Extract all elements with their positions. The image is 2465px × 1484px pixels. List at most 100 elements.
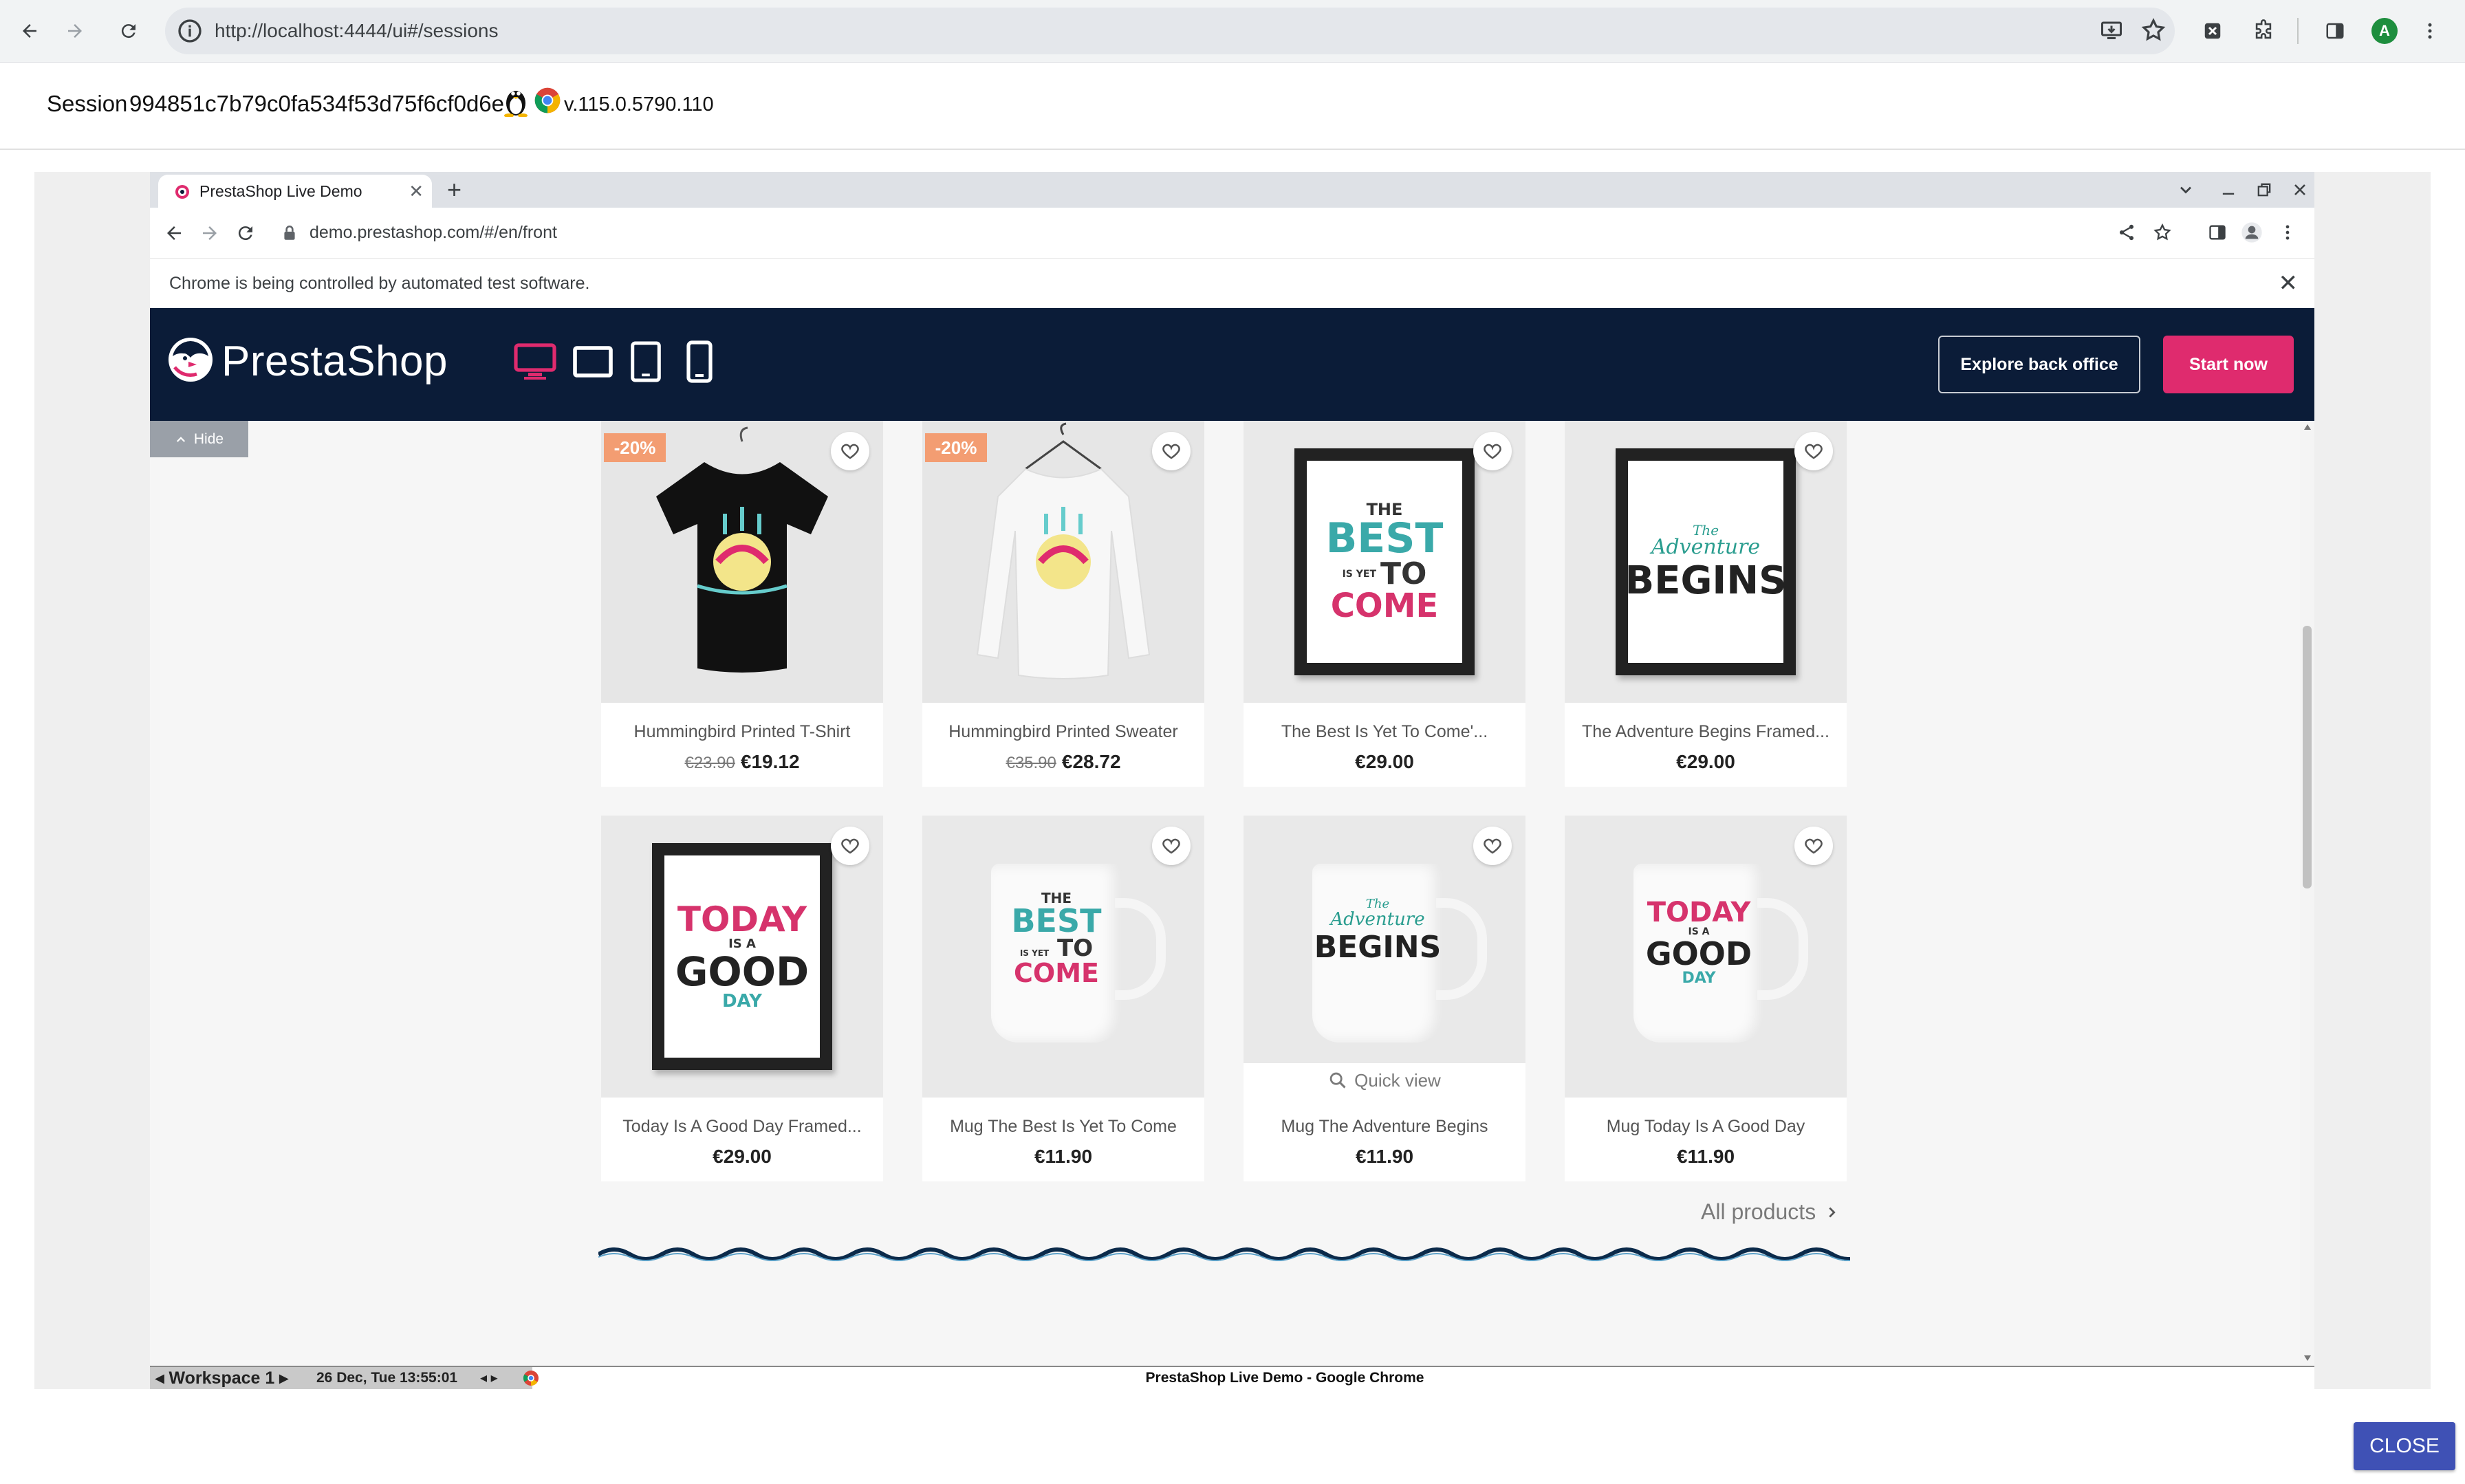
remote-tab[interactable]: PrestaShop Live Demo ✕ (158, 175, 432, 208)
remote-tab-strip: PrestaShop Live Demo ✕ + (150, 172, 2314, 208)
window-close-icon[interactable] (2290, 180, 2310, 199)
remote-profile-icon[interactable] (2241, 221, 2263, 243)
tab-close-icon[interactable]: ✕ (409, 175, 424, 208)
restore-icon[interactable] (2255, 180, 2274, 199)
lock-icon[interactable] (282, 224, 297, 242)
discount-badge: -20% (925, 433, 987, 462)
mobile-view-icon[interactable] (684, 340, 715, 384)
wishlist-heart-icon[interactable] (1473, 827, 1512, 865)
wishlist-heart-icon[interactable] (831, 827, 869, 865)
product-name[interactable]: Today Is A Good Day Framed... (601, 1117, 883, 1137)
taskbar-arrows[interactable]: ◂ ▸ (480, 1367, 498, 1389)
remote-desktop[interactable]: PrestaShop Live Demo ✕ + demo.prestashop… (150, 172, 2314, 1389)
product-name[interactable]: The Best Is Yet To Come'... (1244, 722, 1525, 742)
wishlist-heart-icon[interactable] (1794, 827, 1833, 865)
mug-adventure-text: The Adventure BEGINS (1314, 897, 1442, 965)
back-icon[interactable] (14, 15, 45, 47)
quick-view-button[interactable]: Quick view (1244, 1063, 1525, 1098)
poster-today-text: TODAY IS A GOOD DAY (664, 855, 820, 1058)
remote-menu-icon[interactable] (2278, 223, 2297, 242)
browser-version: v.115.0.5790.110 (564, 94, 714, 116)
product-card[interactable]: The Adventure BEGINS The Adventure Begin… (1565, 421, 1847, 787)
scroll-up-arrow-icon[interactable] (2303, 424, 2312, 430)
regular-price: €35.90 (1006, 754, 1056, 772)
product-price: €11.90 (1676, 1146, 1735, 1167)
address-bar[interactable]: http://localhost:4444/ui#/sessions (165, 8, 2175, 54)
mug-body: TODAY IS A GOOD DAY (1633, 864, 1764, 1043)
desktop-taskbar: ◂ Workspace 1 ▸ 26 Dec, Tue 13:55:01 ◂ ▸… (150, 1366, 2314, 1389)
remote-side-panel-icon[interactable] (2208, 223, 2227, 242)
forward-icon[interactable] (59, 15, 91, 47)
minimize-icon[interactable] (2219, 180, 2238, 199)
hide-toggle[interactable]: Hide (150, 421, 248, 457)
infobar-close-icon[interactable]: ✕ (2279, 259, 2299, 308)
explore-back-office-button[interactable]: Explore back office (1938, 336, 2140, 393)
remote-tab-title: PrestaShop Live Demo (199, 182, 362, 200)
product-price-row: €35.90 €28.72 (922, 751, 1204, 773)
infobar-text: Chrome is being controlled by automated … (169, 274, 590, 293)
mug-body: THE BEST IS YET TO COME (991, 864, 1122, 1043)
remote-url-text[interactable]: demo.prestashop.com/#/en/front (310, 208, 557, 258)
product-price: €28.72 (1061, 751, 1121, 772)
taskbar-window-title[interactable]: PrestaShop Live Demo - Google Chrome (1113, 1367, 1457, 1389)
prestashop-logo-icon[interactable] (168, 337, 213, 382)
all-products-link[interactable]: All products (1701, 1199, 1839, 1225)
remote-bookmark-icon[interactable] (2153, 223, 2172, 242)
product-price: €29.00 (713, 1146, 772, 1167)
product-name[interactable]: Hummingbird Printed Sweater (922, 722, 1204, 742)
product-name[interactable]: Mug The Adventure Begins (1244, 1117, 1525, 1137)
reload-icon[interactable] (113, 15, 144, 47)
start-now-button[interactable]: Start now (2163, 336, 2294, 393)
laptop-view-icon[interactable] (571, 340, 615, 384)
workspace-switcher[interactable]: ◂ Workspace 1 ▸ (155, 1367, 288, 1389)
wishlist-heart-icon[interactable] (831, 432, 869, 470)
close-button[interactable]: CLOSE (2354, 1422, 2455, 1470)
remote-reload-icon[interactable] (235, 223, 256, 243)
automation-infobar: Chrome is being controlled by automated … (150, 259, 2314, 309)
new-tab-icon[interactable]: + (447, 175, 461, 205)
product-name[interactable]: The Adventure Begins Framed... (1565, 722, 1847, 742)
product-name[interactable]: Mug Today Is A Good Day (1565, 1117, 1847, 1137)
share-icon[interactable] (2117, 223, 2136, 242)
product-card[interactable]: TODAY IS A GOOD DAY Mug Today Is A Good … (1565, 816, 1847, 1181)
remote-back-icon[interactable] (164, 223, 184, 243)
wave-divider (598, 1246, 1850, 1263)
taskbar-chrome-icon[interactable] (523, 1370, 539, 1386)
page-scrollbar[interactable] (2300, 421, 2314, 1366)
product-card[interactable]: -20% Hummingbird Printed Sweater €35.90 €… (922, 421, 1204, 787)
scroll-down-arrow-icon[interactable] (2303, 1355, 2312, 1362)
session-label: Session (47, 91, 128, 116)
site-info-icon[interactable] (176, 17, 204, 45)
product-price-row: €23.90 €19.12 (601, 751, 883, 773)
product-card[interactable]: The Adventure BEGINS Quick view Mug The … (1244, 816, 1525, 1181)
url-text: http://localhost:4444/ui#/sessions (215, 20, 499, 41)
product-name[interactable]: Hummingbird Printed T-Shirt (601, 722, 883, 742)
product-name[interactable]: Mug The Best Is Yet To Come (922, 1117, 1204, 1137)
install-app-icon[interactable] (2099, 19, 2124, 43)
profile-avatar[interactable]: A (2369, 15, 2400, 47)
product-card[interactable]: -20% Hummingbird Printed T-Shirt €23.90 €… (601, 421, 883, 787)
product-card[interactable]: THE BEST IS YET TO COME Mug The Best Is … (922, 816, 1204, 1181)
mug-body: The Adventure BEGINS (1312, 864, 1443, 1043)
scrollbar-thumb[interactable] (2303, 626, 2312, 888)
remote-forward-icon[interactable] (199, 223, 220, 243)
menu-kebab-icon[interactable] (2414, 15, 2446, 47)
product-card[interactable]: TODAY IS A GOOD DAY Today Is A Good Day … (601, 816, 883, 1181)
extension-x-icon[interactable] (2197, 15, 2228, 47)
product-card[interactable]: THE BEST IS YET TO COME The Best Is Yet T… (1244, 421, 1525, 787)
profile-initial: A (2371, 18, 2398, 44)
wishlist-heart-icon[interactable] (1794, 432, 1833, 470)
extensions-puzzle-icon[interactable] (2248, 15, 2279, 47)
tablet-view-icon[interactable] (627, 340, 664, 384)
poster-frame: TODAY IS A GOOD DAY (652, 843, 832, 1070)
tab-search-chevron-icon[interactable] (2176, 180, 2195, 199)
browser-toolbar: http://localhost:4444/ui#/sessions A (0, 0, 2465, 63)
side-panel-icon[interactable] (2319, 15, 2351, 47)
bookmark-star-icon[interactable] (2140, 17, 2167, 43)
wishlist-heart-icon[interactable] (1473, 432, 1512, 470)
wishlist-heart-icon[interactable] (1152, 827, 1191, 865)
mug-handle (1436, 898, 1487, 1000)
wishlist-heart-icon[interactable] (1152, 432, 1191, 470)
desktop-view-icon[interactable] (513, 340, 557, 384)
prestashop-logo-text[interactable]: PrestaShop (221, 337, 448, 386)
